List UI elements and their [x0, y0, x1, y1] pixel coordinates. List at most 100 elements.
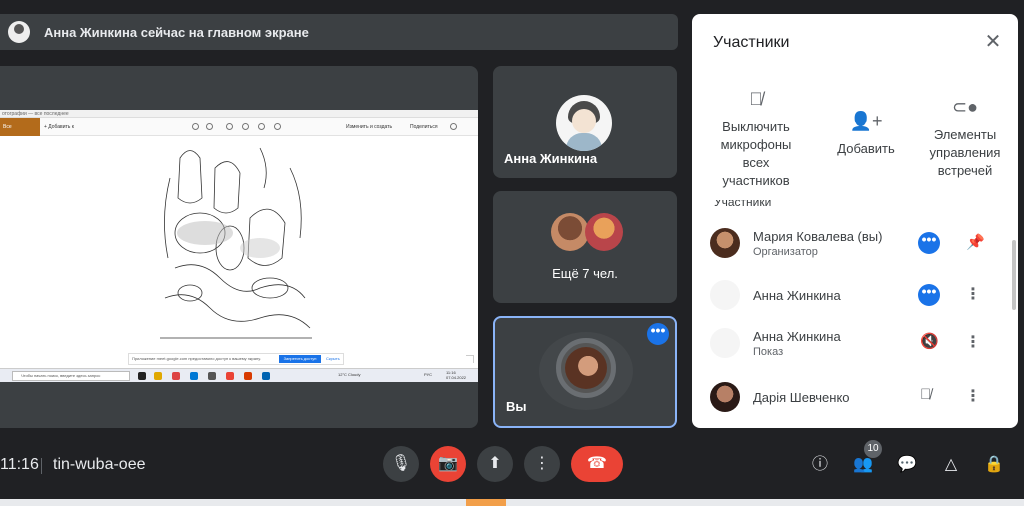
- scrollbar[interactable]: [1012, 240, 1016, 310]
- host-controls-label: Элементы управления встречей: [929, 127, 1001, 178]
- mail-icon: [190, 372, 198, 380]
- print-icon: [450, 123, 457, 130]
- shared-screen: отографии — все последнее Все фотографии…: [0, 110, 478, 382]
- present-button[interactable]: ⬆: [477, 446, 513, 482]
- add-people-label: Добавить: [837, 141, 895, 156]
- participant-row[interactable]: Анна Жинкина Показ 🔇 ⋮: [692, 322, 1018, 366]
- mic-off-icon: 🎙̸: [920, 386, 932, 403]
- section-label: Участники: [714, 200, 772, 208]
- self-name: Вы: [506, 399, 527, 414]
- self-tile[interactable]: ••• Вы: [493, 316, 677, 428]
- photos-icon: [262, 372, 270, 380]
- participant-avatar: [710, 382, 740, 412]
- participant-name: Анна Жинкина: [753, 329, 841, 344]
- present-icon: ⬆: [488, 455, 502, 472]
- participant-name: Анна Жинкина: [753, 288, 841, 303]
- kebab-menu-icon[interactable]: ⋮: [965, 284, 981, 304]
- explorer-icon: [154, 372, 162, 380]
- taskbar-search: Чтобы начать поиск, введите здесь запрос: [12, 371, 130, 381]
- hide-notice-link: Скрыть: [326, 356, 340, 361]
- taskbar-date: 07.04.2022: [446, 375, 467, 380]
- participant-role: Показ: [753, 346, 784, 358]
- meet-window: Анна Жинкина сейчас на главном экране от…: [0, 0, 1024, 506]
- banner-text: Анна Жинкина сейчас на главном экране: [44, 24, 309, 40]
- host-controls-button[interactable]: ⊂● Элементы управления встречей: [924, 98, 1006, 180]
- self-avatar: [556, 338, 616, 398]
- participant-avatar: [710, 280, 740, 310]
- presenting-banner: Анна Жинкина сейчас на главном экране: [0, 14, 678, 50]
- taskbar-segment: [466, 499, 506, 506]
- shared-window-title: отографии — все последнее: [0, 110, 478, 118]
- share-label: Поделиться: [410, 124, 438, 130]
- crop-icon: [274, 123, 281, 130]
- panel-title: Участники: [713, 34, 790, 51]
- kebab-menu-icon[interactable]: ⋮: [965, 386, 981, 406]
- mute-all-button[interactable]: 🎙̸ Выключить микрофоны всех участников: [714, 90, 798, 190]
- participant-tile[interactable]: Анна Жинкина: [493, 66, 677, 178]
- taskbar-weather: 12°C Cloudy: [338, 372, 361, 377]
- more-options-button[interactable]: ⋮: [524, 446, 560, 482]
- notice-text: Приложение meet.google.com предоставило …: [132, 356, 261, 361]
- app-icon: [208, 372, 216, 380]
- activities-icon[interactable]: △: [940, 454, 962, 476]
- more-options-icon[interactable]: •••: [647, 323, 669, 345]
- participant-name: Анна Жинкина: [504, 151, 598, 166]
- presenter-avatar: [8, 21, 30, 43]
- meeting-code: tin-wuba-oee: [53, 456, 146, 473]
- hang-up-icon: ☎: [587, 455, 607, 472]
- browser-icon: [226, 372, 234, 380]
- participant-avatar: [556, 95, 612, 151]
- chrome-icon: [172, 372, 180, 380]
- screen-share-notice: Приложение meet.google.com предоставило …: [128, 353, 344, 365]
- taskbar-language: РУС: [424, 372, 433, 377]
- shared-toolbar: Все фотографии + Добавить к Изменить и с…: [0, 118, 478, 148]
- divider: [41, 458, 42, 474]
- pin-icon[interactable]: 📌: [966, 233, 985, 251]
- participant-avatar: [710, 228, 740, 258]
- more-options-icon[interactable]: •••: [918, 284, 940, 306]
- expand-icon[interactable]: [466, 355, 474, 363]
- participant-avatar: [585, 213, 623, 251]
- info-icon[interactable]: ⓘ: [809, 454, 831, 476]
- add-to-label: + Добавить к: [44, 124, 74, 130]
- participant-name: Мария Ковалева (вы): [753, 229, 883, 244]
- task-view-icon: [138, 372, 146, 380]
- leave-call-button[interactable]: ☎: [571, 446, 623, 482]
- edit-create-label: Изменить и создать: [346, 124, 393, 130]
- camera-off-button[interactable]: 📷: [430, 446, 466, 482]
- more-vert-icon: ⋮: [534, 455, 550, 472]
- stop-sharing-button: Запретить доступ: [279, 355, 321, 363]
- participant-row[interactable]: Дарія Шевченко 🎙̸ ⋮: [692, 376, 1018, 420]
- zoom-out-icon: [206, 123, 213, 130]
- kebab-menu-icon[interactable]: ⋮: [965, 332, 981, 352]
- delete-icon: [226, 123, 233, 130]
- participant-role: Организатор: [753, 246, 818, 258]
- presentation-tile[interactable]: отографии — все последнее Все фотографии…: [0, 66, 478, 428]
- add-people-button[interactable]: 👤+ Добавить: [832, 112, 900, 158]
- camera-off-icon: 📷: [438, 455, 458, 472]
- add-person-icon: 👤+: [849, 111, 883, 131]
- mic-icon: 🎙: [390, 455, 412, 472]
- more-participants-tile[interactable]: Ещё 7 чел.: [493, 191, 677, 303]
- participant-row[interactable]: Мария Ковалева (вы) Организатор ••• 📌: [692, 222, 1018, 266]
- people-count-badge: 10: [864, 440, 882, 458]
- toggle-icon: ⊂●: [952, 97, 978, 117]
- microphone-button[interactable]: 🎙: [383, 446, 419, 482]
- participant-name: Дарія Шевченко: [753, 390, 850, 405]
- participant-avatar: [551, 213, 589, 251]
- favorite-icon: [242, 123, 249, 130]
- participant-avatar: [710, 328, 740, 358]
- more-options-icon[interactable]: •••: [918, 232, 940, 254]
- participant-row[interactable]: Анна Жинкина ••• ⋮: [692, 274, 1018, 318]
- more-participants-label: Ещё 7 чел.: [552, 266, 618, 281]
- mute-all-label: Выключить микрофоны всех участников: [720, 119, 792, 188]
- volume-off-icon: 🔇: [920, 333, 939, 350]
- rotate-icon: [258, 123, 265, 130]
- office-icon: [244, 372, 252, 380]
- gallery-button: Все фотографии: [0, 118, 40, 148]
- zoom-in-icon: [192, 123, 199, 130]
- host-controls-icon[interactable]: 🔒: [983, 454, 1005, 476]
- participants-panel: Участники ✕ 🎙̸ Выключить микрофоны всех …: [692, 14, 1018, 428]
- close-icon[interactable]: ✕: [982, 32, 1004, 54]
- chat-icon[interactable]: 💬: [896, 454, 918, 476]
